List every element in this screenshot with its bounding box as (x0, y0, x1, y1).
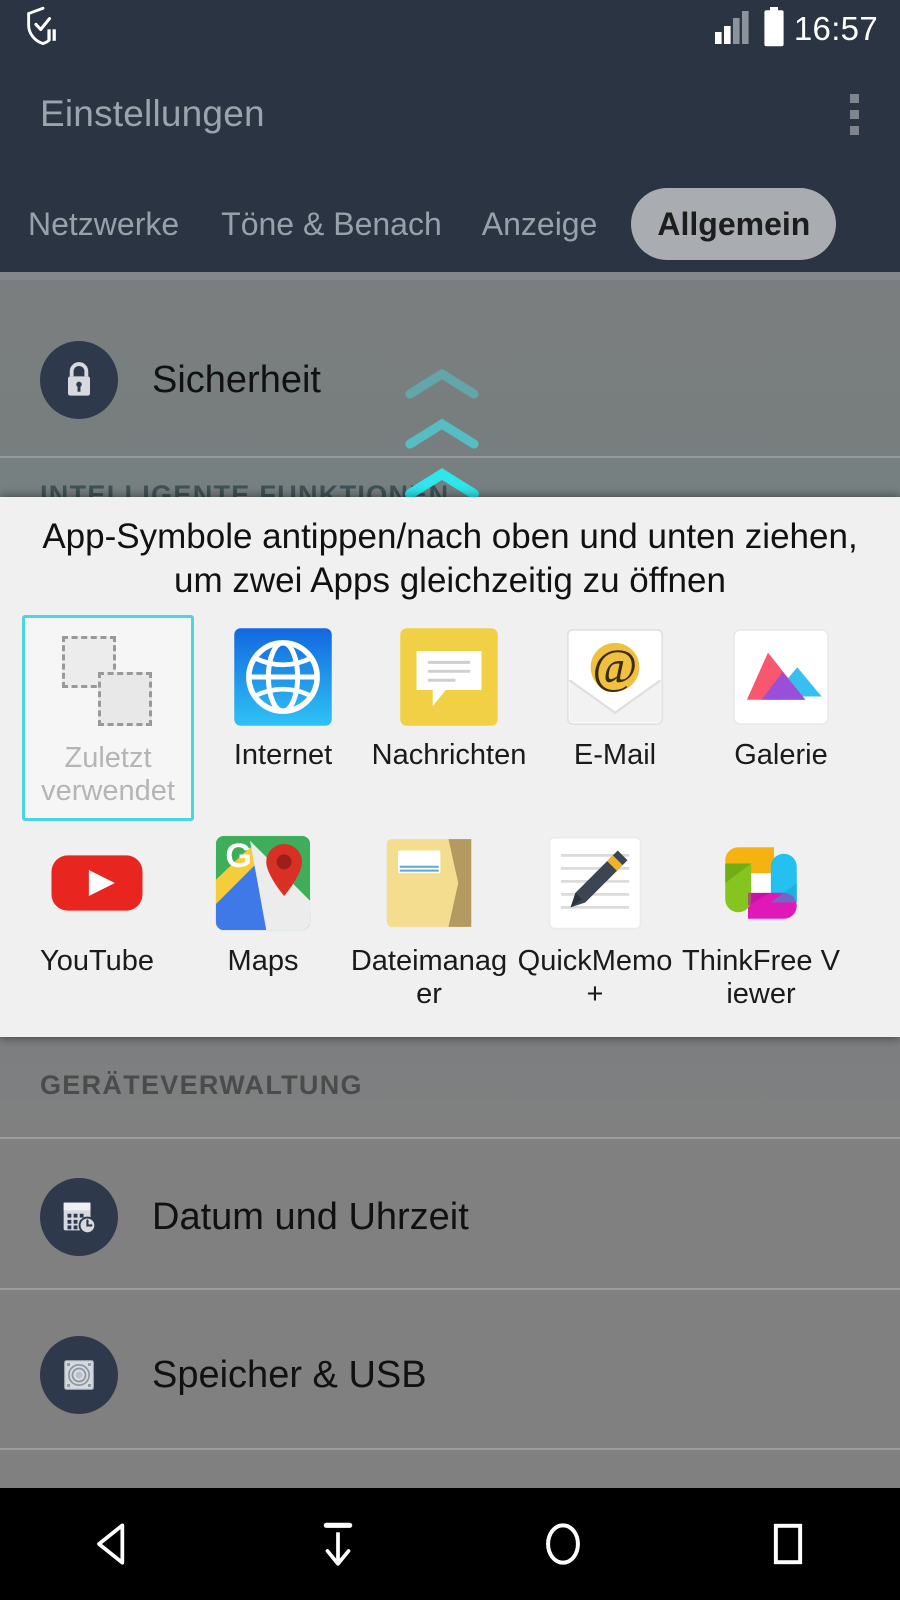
app-cell-nachrichten[interactable]: Nachrichten (366, 615, 532, 821)
app-label: E-Mail (573, 739, 657, 772)
folder-notebook-icon (377, 831, 481, 935)
app-cell-thinkfree-viewer[interactable]: ThinkFree Viewer (678, 821, 844, 1021)
dual-window-app-picker-panel: App-Symbole antippen/nach oben und unten… (0, 497, 900, 1037)
panel-instruction-text: App-Symbole antippen/nach oben und unten… (42, 517, 858, 601)
back-triangle-icon (96, 1523, 124, 1565)
action-bar: Einstellungen (0, 58, 900, 170)
tab-anzeige[interactable]: Anzeige (482, 188, 598, 260)
overflow-dot (849, 125, 859, 135)
phone-screen: 16:57 Einstellungen Netzwerke Töne & Ben… (0, 0, 900, 1600)
chevron-up-icon (405, 368, 479, 399)
svg-text:@: @ (593, 640, 638, 694)
app-cell-youtube[interactable]: YouTube (14, 821, 180, 1021)
row-divider (0, 1137, 900, 1139)
app-label: YouTube (40, 945, 154, 978)
app-label: Internet (233, 739, 333, 772)
app-label: ThinkFree Viewer (682, 945, 840, 1010)
status-bar-clock: 16:57 (793, 10, 878, 47)
settings-row-speicher-usb[interactable]: Speicher & USB (0, 1326, 900, 1424)
nav-home-button[interactable] (503, 1488, 623, 1600)
app-label: Galerie (734, 739, 828, 772)
chevron-up-icon (405, 418, 479, 449)
app-cell-galerie[interactable]: Galerie (698, 615, 864, 821)
settings-row-label: Datum und Uhrzeit (152, 1195, 469, 1238)
app-cell-maps[interactable]: G Maps (180, 821, 346, 1021)
battery-icon (762, 6, 786, 52)
settings-row-label: Speicher & USB (152, 1353, 427, 1396)
overflow-dot (849, 93, 859, 103)
tab-bar-divider (0, 272, 900, 280)
settings-tab-bar: Netzwerke Töne & Benach Anzeige Allgemei… (0, 170, 900, 278)
app-cell-dateimanager[interactable]: Dateimanager (346, 821, 512, 1021)
status-bar-right-icons: 16:57 (714, 6, 878, 52)
envelope-at-icon: @ (563, 625, 667, 729)
app-cell-email[interactable]: @ E-Mail (532, 615, 698, 821)
speech-bubble-icon (397, 625, 501, 729)
svg-text:G: G (225, 837, 252, 875)
overflow-menu-icon[interactable] (836, 85, 872, 143)
storage-disk-icon (40, 1336, 118, 1414)
shield-check-pause-icon (20, 4, 66, 55)
square-icon (773, 1523, 802, 1565)
settings-row-datum-und-uhrzeit[interactable]: Datum und Uhrzeit (0, 1168, 900, 1266)
app-label: Zuletzt verwendet (41, 742, 175, 807)
section-header-geraeteverwaltung: GERÄTEVERWALTUNG (40, 1070, 363, 1100)
google-maps-pin-icon: G (211, 831, 315, 935)
tab-allgemein[interactable]: Allgemein (631, 188, 837, 260)
nav-recents-button[interactable] (728, 1488, 848, 1600)
lock-icon (40, 341, 118, 419)
tab-toene-benachrichtigungen[interactable]: Töne & Benach (221, 188, 442, 260)
photo-mountains-icon (729, 625, 833, 729)
app-cell-zuletzt-verwendet[interactable]: Zuletzt verwendet (22, 615, 194, 822)
system-navigation-bar (0, 1488, 900, 1600)
circle-icon (545, 1523, 580, 1565)
down-arrow-bar-icon (323, 1522, 352, 1566)
app-label: Maps (227, 945, 299, 978)
row-divider (0, 1288, 900, 1290)
status-bar-left-icons (20, 4, 66, 55)
row-divider (0, 1448, 900, 1450)
app-label: Nachrichten (371, 739, 527, 772)
app-cell-quickmemo-plus[interactable]: QuickMemo+ (512, 821, 678, 1021)
status-bar: 16:57 (0, 0, 900, 58)
nav-back-button[interactable] (53, 1488, 173, 1600)
drag-up-hint-chevrons (404, 366, 480, 506)
calendar-clock-icon (40, 1178, 118, 1256)
app-cell-internet[interactable]: Internet (200, 615, 366, 821)
signal-bars-icon (714, 10, 754, 49)
chevron-up-icon (405, 468, 479, 499)
thinkfree-pinwheel-icon (709, 831, 813, 935)
page-title: Einstellungen (40, 93, 265, 134)
app-label: Dateimanager (350, 945, 508, 1010)
settings-row-label: Sicherheit (152, 358, 321, 401)
globe-icon (231, 625, 335, 729)
placeholder-square (98, 672, 152, 727)
pencil-note-icon (543, 831, 647, 935)
overflow-dot (849, 109, 859, 119)
tab-netzwerke[interactable]: Netzwerke (28, 188, 179, 260)
youtube-play-icon (45, 831, 149, 935)
app-grid: Zuletzt verwendet Internet Nachrichten @… (0, 609, 900, 1021)
app-label: QuickMemo+ (517, 945, 673, 1010)
nav-hide-keyboard-button[interactable] (278, 1488, 398, 1600)
recent-apps-placeholder-icon (56, 636, 160, 732)
